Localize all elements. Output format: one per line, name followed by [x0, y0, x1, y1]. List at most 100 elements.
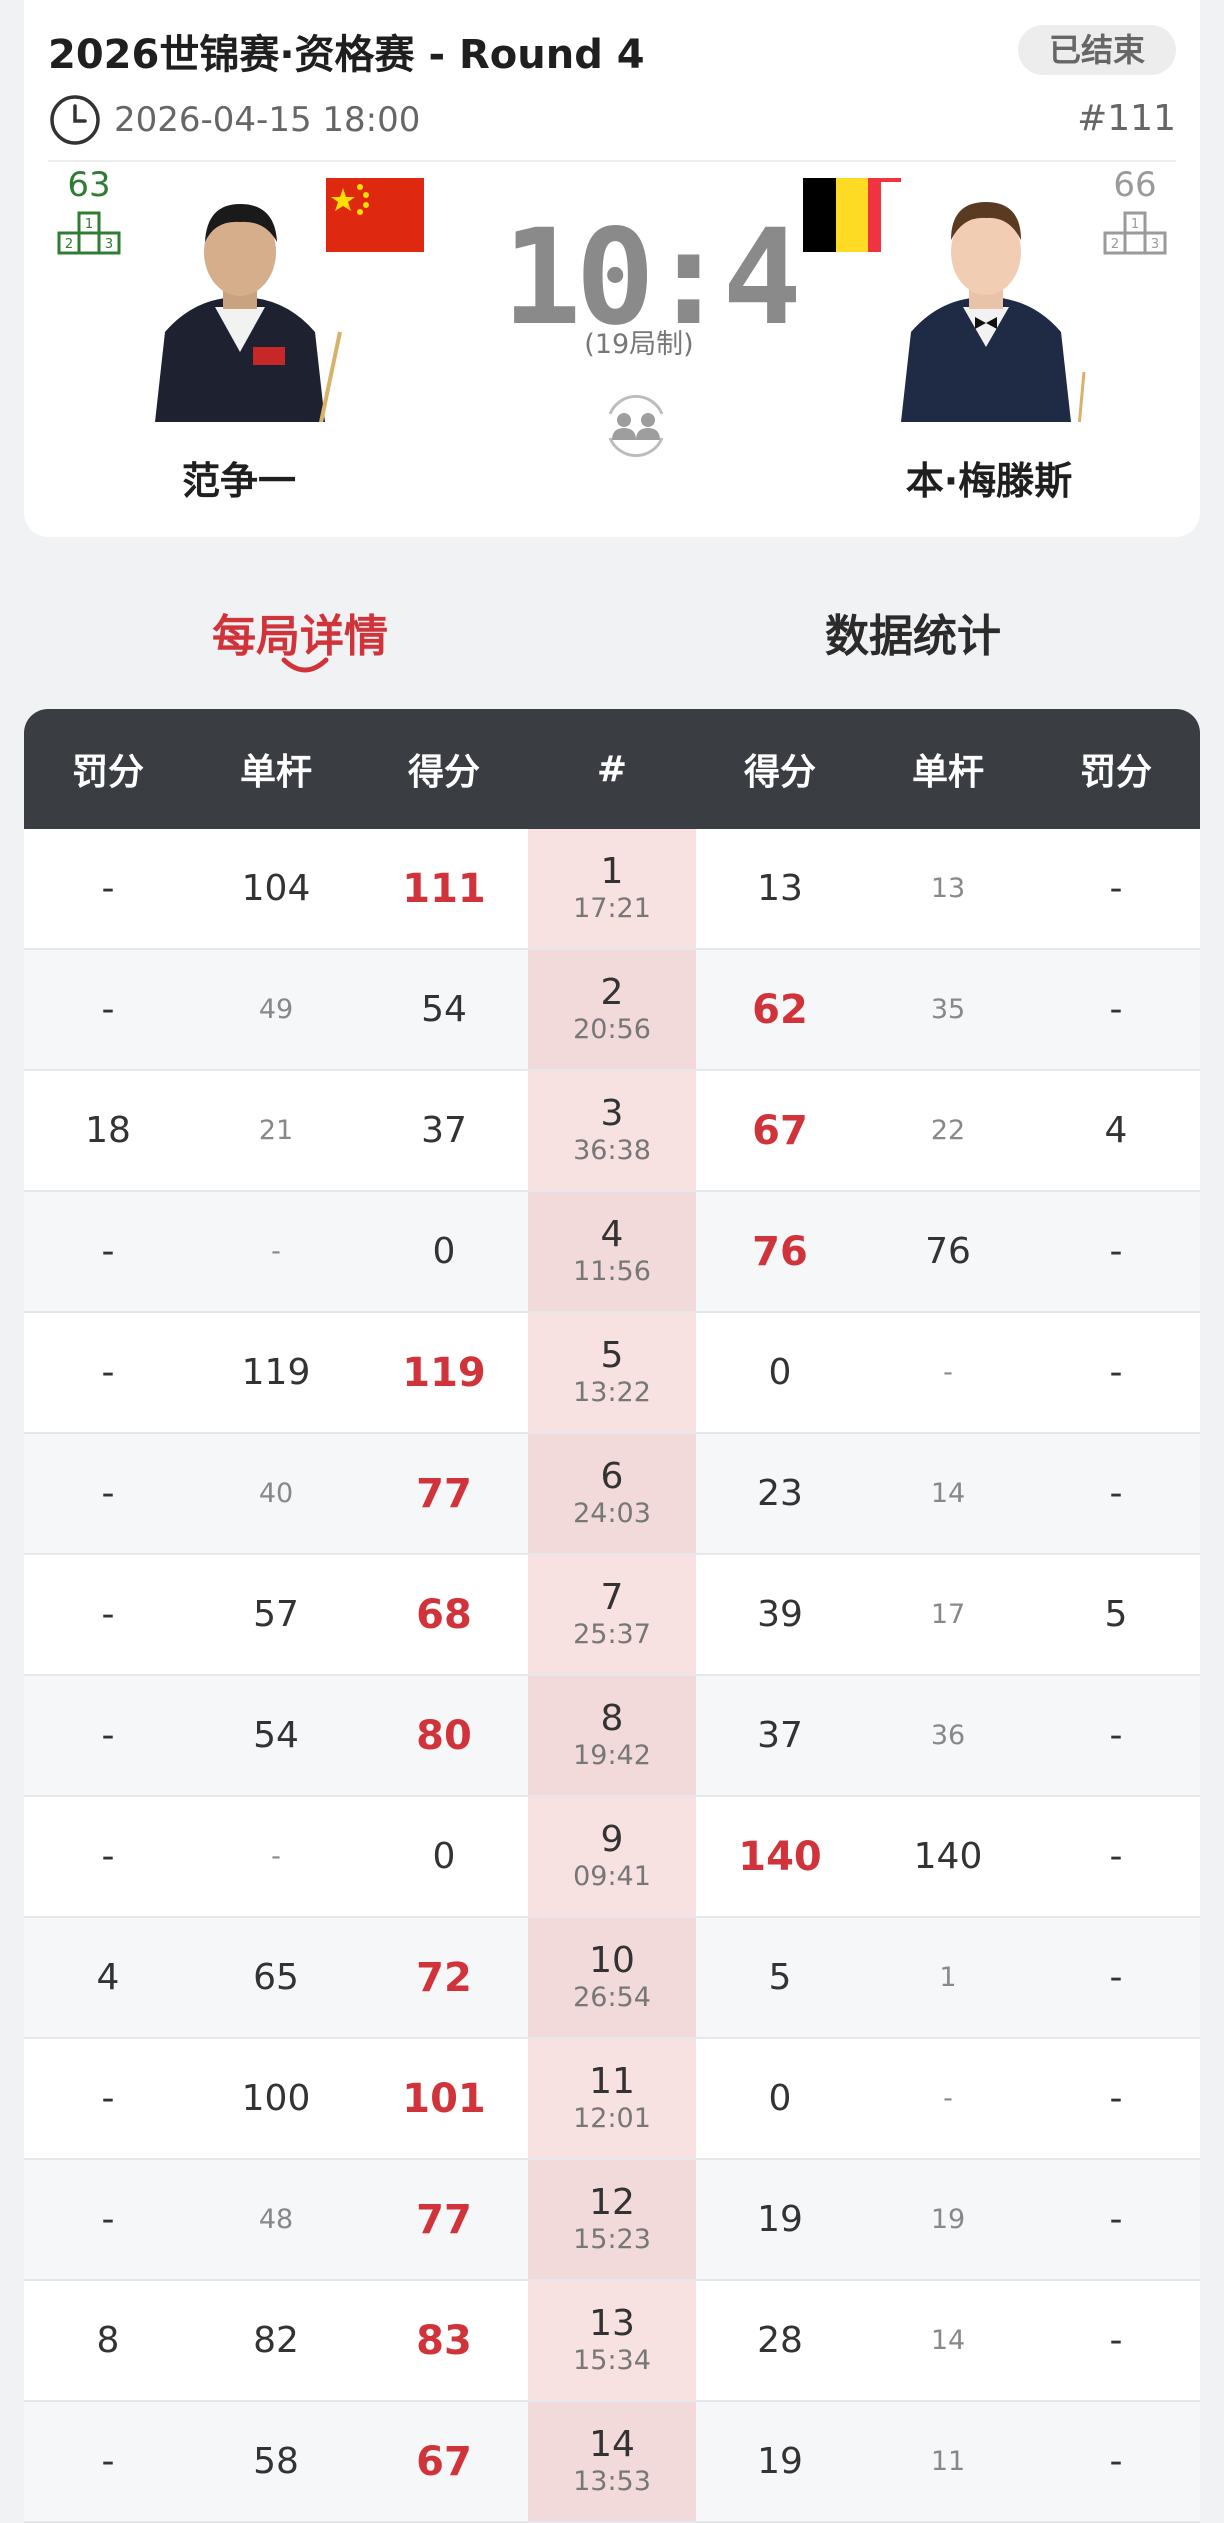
frame-cell: 3 36:38 [528, 1071, 696, 1190]
left-break-cell: 21 [258, 1115, 294, 1146]
frame-duration: 19:42 [573, 1739, 651, 1771]
left-score-cell: 72 [416, 1954, 472, 2001]
frame-duration: 15:34 [573, 2344, 651, 2376]
left-score-cell: 119 [402, 1349, 486, 1396]
match-title: 2026世锦赛·资格赛 - Round 4 [48, 32, 645, 78]
match-format: (19局制) [584, 329, 694, 360]
frame-cell: 9 09:41 [528, 1797, 696, 1916]
table-body: -104 111 1 17:21 13 13- -49 54 2 20:56 62 35-18 21 37… [24, 829, 1200, 2523]
frame-duration: 12:01 [573, 2102, 651, 2134]
left-penalty-cell: - [101, 2078, 115, 2119]
right-break-cell: 76 [925, 1231, 971, 1272]
table-row[interactable]: - - 0 4 11:56 76 76 - [24, 1192, 1200, 1313]
right-break-cell: 19 [930, 2204, 966, 2235]
left-penalty-cell: - [101, 2199, 115, 2240]
left-score-cell: 77 [416, 2196, 472, 2243]
header-right-penalty: 罚分 [1079, 752, 1152, 793]
left-score-cell: 0 [432, 1836, 456, 1877]
svg-text:3: 3 [105, 237, 113, 252]
table-row[interactable]: - 40 77 6 24:03 23 14 - [24, 1434, 1200, 1555]
china-flag-icon [326, 178, 424, 252]
clock-icon [50, 95, 100, 145]
table-row[interactable]: 18 21 37 3 36:38 67 22 4 [24, 1071, 1200, 1192]
right-penalty-cell: - [1109, 1957, 1123, 1998]
tab-bar: 每局详情 数据统计 [0, 570, 1224, 690]
svg-text:3: 3 [1151, 237, 1159, 252]
table-row[interactable]: - 58 67 14 13:53 19 11 - [24, 2402, 1200, 2523]
right-break-cell: - [943, 1357, 953, 1388]
left-penalty-cell: 8 [96, 2320, 120, 2361]
frame-cell: 7 25:37 [528, 1555, 696, 1674]
frame-duration: 15:23 [573, 2223, 651, 2255]
frame-duration: 24:03 [573, 1497, 651, 1529]
table-row[interactable]: - 100 101 11 12:01 0 - - [24, 2039, 1200, 2160]
table-row[interactable]: 4 65 72 10 26:54 5 1 - [24, 1918, 1200, 2039]
right-score-cell: 76 [752, 1228, 808, 1275]
header-right-break: 单杆 [911, 752, 984, 793]
header-left-penalty: 罚分 [71, 752, 144, 793]
table-row[interactable]: 8 82 83 13 15:34 28 14 - [24, 2281, 1200, 2402]
right-player-rank: 66 12 3 [1100, 165, 1170, 265]
left-break-cell: 82 [253, 2320, 299, 2361]
left-break-cell: - [271, 1236, 281, 1267]
frame-cell: 11 12:01 [528, 2039, 696, 2158]
status-badge: 已结束 [1018, 25, 1176, 75]
right-break-cell: 14 [930, 2325, 966, 2356]
table-row[interactable]: - 49 54 2 20:56 62 35 - [24, 950, 1200, 1071]
left-penalty-cell: - [101, 2441, 115, 2482]
frame-number: 9 [600, 1818, 624, 1860]
frame-number: 7 [600, 1576, 624, 1618]
left-penalty-cell: 4 [96, 1957, 120, 1998]
frame-number: 10 [589, 1939, 635, 1981]
right-break-cell: - [943, 2083, 953, 2114]
right-break-cell: 140 [913, 1836, 983, 1877]
frame-cell: 13 15:34 [528, 2281, 696, 2400]
table-row[interactable]: - - 0 9 09:41 140 140 - [24, 1797, 1200, 1918]
frame-cell: 10 26:54 [528, 1918, 696, 2037]
svg-text:2: 2 [65, 237, 73, 252]
frame-duration: 13:53 [573, 2465, 651, 2497]
frame-duration: 17:21 [573, 892, 651, 924]
left-break-cell: 104 [241, 868, 311, 909]
right-penalty-cell: - [1109, 868, 1123, 909]
right-penalty-cell: - [1109, 1836, 1123, 1877]
table-row[interactable]: -104 111 1 17:21 13 13- [24, 829, 1200, 950]
table-row[interactable]: - 119 119 5 13:22 0 - - [24, 1313, 1200, 1434]
head-to-head-icon[interactable] [600, 390, 672, 462]
right-break-cell: 17 [930, 1599, 966, 1630]
frame-number: 11 [589, 2060, 635, 2102]
match-number: #111 [1077, 98, 1176, 139]
frame-duration: 25:37 [573, 1618, 651, 1650]
left-break-cell: 54 [253, 1715, 299, 1756]
frame-number: 1 [600, 850, 624, 892]
left-break-cell: 100 [241, 2078, 311, 2119]
table-row[interactable]: - 57 68 7 25:37 39 17 5 [24, 1555, 1200, 1676]
left-penalty-cell: - [101, 989, 115, 1030]
right-player-name[interactable]: 本·梅滕斯 [829, 450, 1149, 505]
left-break-cell: 119 [241, 1352, 311, 1393]
right-penalty-cell: - [1109, 2199, 1123, 2240]
right-penalty-cell: - [1109, 2441, 1123, 2482]
left-break-cell: 65 [253, 1957, 299, 1998]
frame-duration: 26:54 [573, 1981, 651, 2013]
svg-text:1: 1 [1131, 217, 1139, 232]
frame-number: 8 [600, 1697, 624, 1739]
tab-statistics[interactable]: 数据统计 [825, 600, 1001, 664]
right-break-cell: 11 [930, 2446, 966, 2477]
divider [48, 160, 1176, 162]
frame-duration: 09:41 [573, 1860, 651, 1892]
table-row[interactable]: - 54 80 8 19:42 37 36 - [24, 1676, 1200, 1797]
active-tab-indicator [281, 657, 329, 673]
left-player-name[interactable]: 范争一 [79, 450, 399, 505]
left-player-avatar[interactable] [135, 182, 345, 422]
left-rank-number: 63 [67, 165, 111, 205]
table-row[interactable]: - 48 77 12 15:23 19 19 - [24, 2160, 1200, 2281]
frame-number: 5 [600, 1334, 624, 1376]
frame-number: 4 [600, 1213, 624, 1255]
right-break-cell: 1 [939, 1962, 957, 1993]
table-header: 罚分 单杆 得分 # 得分 单杆 罚分 [24, 709, 1200, 829]
right-player-avatar[interactable] [881, 182, 1091, 422]
frame-cell: 4 11:56 [528, 1192, 696, 1311]
right-break-cell: 36 [930, 1720, 966, 1751]
frame-cell: 8 19:42 [528, 1676, 696, 1795]
